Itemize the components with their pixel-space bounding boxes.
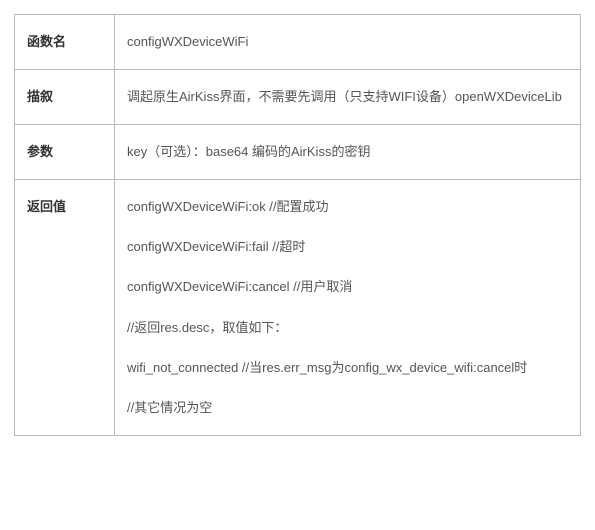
return-line: configWXDeviceWiFi:cancel //用户取消 (127, 276, 568, 298)
return-line: wifi_not_connected //当res.err_msg为config… (127, 357, 568, 379)
row-label-params: 参数 (15, 125, 115, 180)
table-row: 描叙 调起原生AirKiss界面，不需要先调用（只支持WIFI设备）openWX… (15, 70, 581, 125)
row-value-funcname: configWXDeviceWiFi (115, 15, 581, 70)
return-line: configWXDeviceWiFi:ok //配置成功 (127, 196, 568, 218)
table-row: 函数名 configWXDeviceWiFi (15, 15, 581, 70)
row-value-return: configWXDeviceWiFi:ok //配置成功 configWXDev… (115, 180, 581, 436)
return-line: //返回res.desc，取值如下： (127, 317, 568, 339)
return-line: configWXDeviceWiFi:fail //超时 (127, 236, 568, 258)
row-value-params: key（可选）：base64 编码的AirKiss的密钥 (115, 125, 581, 180)
return-line: //其它情况为空 (127, 397, 568, 419)
api-definition-table: 函数名 configWXDeviceWiFi 描叙 调起原生AirKiss界面，… (14, 14, 581, 436)
row-label-funcname: 函数名 (15, 15, 115, 70)
table-row: 返回值 configWXDeviceWiFi:ok //配置成功 configW… (15, 180, 581, 436)
table-row: 参数 key（可选）：base64 编码的AirKiss的密钥 (15, 125, 581, 180)
row-label-return: 返回值 (15, 180, 115, 436)
row-label-description: 描叙 (15, 70, 115, 125)
row-value-description: 调起原生AirKiss界面，不需要先调用（只支持WIFI设备）openWXDev… (115, 70, 581, 125)
